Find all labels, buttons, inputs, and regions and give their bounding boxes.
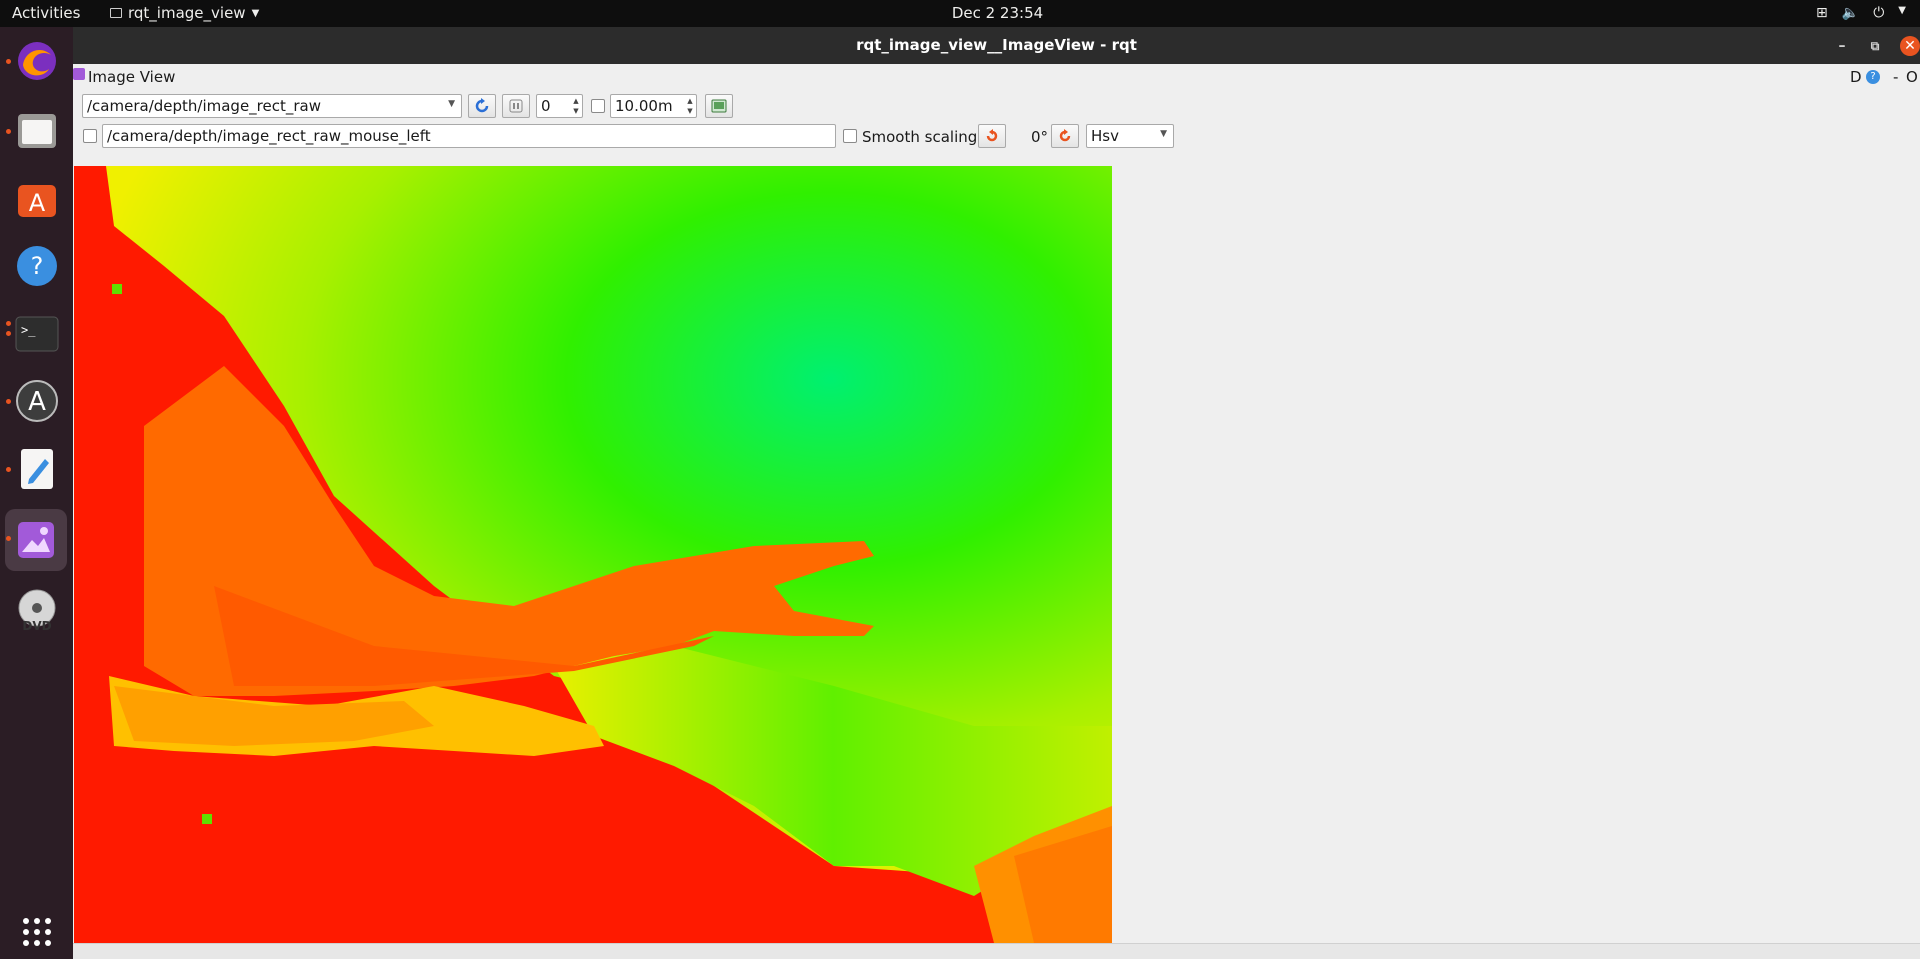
window-title: rqt_image_view__ImageView - rqt: [856, 36, 1137, 54]
rotate-left-icon: [986, 129, 998, 142]
text-editor-icon[interactable]: [12, 444, 61, 493]
power-icon: ⏻: [1873, 5, 1885, 21]
max-value-spinbox[interactable]: 10.00m ▲ ▼: [610, 94, 697, 118]
rotate-right-icon: [1059, 129, 1071, 142]
dvd-icon[interactable]: DVD: [12, 585, 61, 634]
volume-icon: 🔈: [1841, 5, 1860, 21]
mouse-topic-input[interactable]: /camera/depth/image_rect_raw_mouse_left: [102, 124, 836, 148]
svg-text:?: ?: [30, 252, 43, 280]
running-indicator: [6, 467, 11, 472]
help-icon[interactable]: ?: [1866, 70, 1880, 84]
window-titlebar[interactable]: rqt_image_view__ImageView - rqt – ⧉ ✕: [73, 27, 1920, 64]
plugin-icon: [73, 68, 85, 80]
smooth-scaling-checkbox[interactable]: [843, 129, 857, 143]
svg-text:>_: >_: [21, 323, 36, 337]
software-updater-icon[interactable]: A: [12, 376, 61, 425]
dock-widget-label-d[interactable]: D: [1850, 68, 1862, 86]
save-image-button[interactable]: [705, 94, 733, 118]
terminal-icon[interactable]: >_: [12, 309, 61, 358]
close-icon[interactable]: ✕: [1900, 36, 1920, 56]
dock: A ? >_ A DVD: [0, 27, 73, 959]
running-indicator: [6, 129, 11, 134]
colormap-value: Hsv: [1091, 127, 1119, 145]
rotate-left-button[interactable]: [978, 124, 1006, 148]
smooth-scaling-label: Smooth scaling: [862, 128, 978, 146]
running-indicator: [6, 331, 11, 336]
running-indicator: [6, 321, 11, 326]
clock[interactable]: Dec 2 23:54: [0, 4, 1920, 22]
depth-image-view[interactable]: [74, 166, 1112, 943]
image-viewer-icon[interactable]: [5, 509, 67, 571]
running-indicator: [6, 59, 11, 64]
system-tray[interactable]: ⊞ 🔈 ⏻ ▼: [1816, 5, 1906, 21]
svg-text:A: A: [28, 189, 45, 217]
dock-widget-label-o[interactable]: O: [1906, 68, 1918, 86]
pause-icon: [509, 99, 523, 113]
publish-click-checkbox[interactable]: [83, 129, 97, 143]
minimize-icon[interactable]: –: [1832, 36, 1852, 56]
topic-select-value: /camera/depth/image_rect_raw: [87, 97, 322, 115]
status-area: [73, 943, 1920, 959]
refresh-topics-button[interactable]: [468, 94, 496, 118]
mouse-topic-value: /camera/depth/image_rect_raw_mouse_left: [107, 127, 431, 145]
topic-select[interactable]: /camera/depth/image_rect_raw ▼: [82, 94, 462, 118]
maximize-icon[interactable]: ⧉: [1865, 36, 1885, 56]
software-store-icon[interactable]: A: [12, 173, 61, 222]
rqt-main-area: Image View D ? - O /camera/depth/image_r…: [73, 64, 1920, 959]
rotate-right-button[interactable]: [1051, 124, 1079, 148]
running-indicator: [6, 536, 11, 541]
svg-text:A: A: [28, 387, 46, 417]
max-value: 10.00m: [615, 97, 673, 115]
svg-text:DVD: DVD: [22, 619, 51, 632]
help-icon[interactable]: ?: [12, 241, 61, 290]
show-apps-grid-icon[interactable]: [12, 907, 61, 956]
min-value-spinbox[interactable]: 0 ▲ ▼: [536, 94, 583, 118]
depth-image-icon: [74, 166, 1112, 943]
save-image-icon: [711, 99, 727, 113]
min-value: 0: [541, 97, 551, 115]
plugin-title: Image View: [88, 68, 176, 86]
colormap-select[interactable]: Hsv ▼: [1086, 124, 1174, 148]
files-icon[interactable]: [12, 105, 61, 154]
dock-minimize-icon[interactable]: -: [1893, 68, 1898, 86]
refresh-icon: [475, 98, 489, 113]
dynamic-range-checkbox[interactable]: [591, 99, 605, 113]
chevron-down-icon: ▼: [1898, 5, 1906, 16]
network-icon: ⊞: [1816, 5, 1828, 21]
rotation-label: 0°: [1031, 128, 1049, 146]
firefox-icon[interactable]: [12, 36, 61, 85]
chevron-down-icon: ▼: [1160, 129, 1167, 139]
spin-arrows-icon[interactable]: ▲ ▼: [685, 96, 695, 116]
spin-arrows-icon[interactable]: ▲ ▼: [571, 96, 581, 116]
system-top-bar: Activities rqt_image_view ▼ Dec 2 23:54 …: [0, 0, 1920, 27]
chevron-down-icon: ▼: [448, 99, 455, 109]
pause-button[interactable]: [502, 94, 530, 118]
running-indicator: [6, 399, 11, 404]
